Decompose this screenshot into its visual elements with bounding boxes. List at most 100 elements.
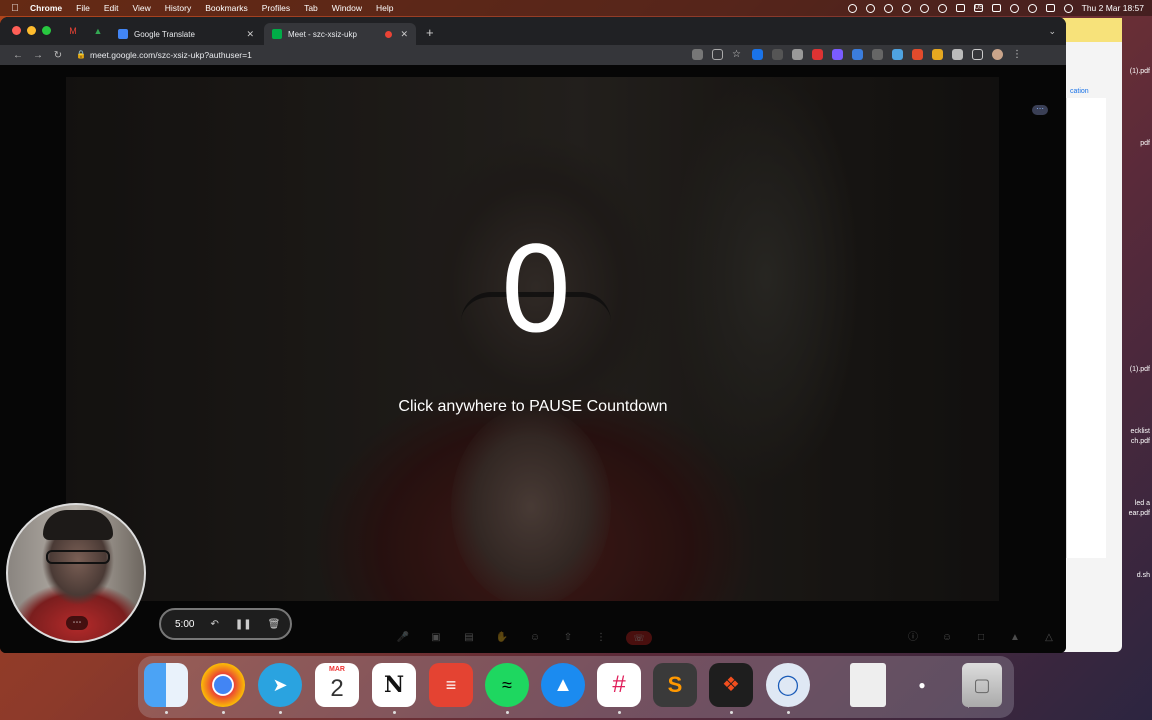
timer-tray-icon[interactable] [937,3,947,13]
hang-up-button[interactable]: ☏ [626,631,652,645]
side-panel-icon[interactable] [972,49,983,60]
todoist-icon[interactable]: ≡ [429,663,473,707]
extension-icon[interactable] [772,49,783,60]
tab-search-chevron-icon[interactable]: ⌄ [1048,26,1056,37]
extension-icon[interactable] [912,49,923,60]
desktop-file-label[interactable]: led a [1120,500,1150,507]
notion-icon[interactable]: N [372,663,416,707]
trash-icon[interactable]: ▢ [962,663,1002,707]
activities-icon[interactable]: ▲ [1007,631,1023,645]
tab-google-translate[interactable]: Google Translate ✕ [110,23,262,45]
forward-button[interactable]: → [28,50,48,61]
chrome-icon[interactable] [201,663,245,707]
record-status-icon[interactable] [847,3,857,13]
wifi-icon[interactable] [1009,3,1019,13]
chrome-menu-icon[interactable]: ⋮ [1012,49,1022,60]
chrome-tray-icon[interactable] [919,3,929,13]
battery-icon[interactable] [991,4,1001,12]
share-icon[interactable] [712,49,723,60]
desktop-file-label[interactable]: ear.pdf [1120,510,1150,517]
finder-icon[interactable] [144,663,188,707]
countdown-overlay[interactable]: 0 Click anywhere to PAUSE Countdown [0,65,1066,653]
menu-tab[interactable]: Tab [304,3,318,13]
menu-history[interactable]: History [165,3,191,13]
meet-content[interactable]: 0 Click anywhere to PAUSE Countdown ⋯ 🎤 … [0,65,1066,653]
extension-icon[interactable] [792,49,803,60]
control-center-icon[interactable] [1045,4,1055,12]
reload-button[interactable]: ↻ [48,50,68,61]
extension-icon[interactable] [832,49,843,60]
extension-icon[interactable] [852,49,863,60]
testflight-icon[interactable]: ▲ [541,663,585,707]
chat-icon[interactable]: □ [973,631,989,645]
tab-meet[interactable]: Meet - szc-xsiz-ukp ✕ [264,23,416,45]
menu-app-name[interactable]: Chrome [30,3,62,13]
close-window-button[interactable] [12,26,21,35]
gmail-pinned-tab-icon[interactable]: M [68,26,78,36]
desktop-file-label[interactable]: pdf [1120,140,1150,147]
calendar-icon[interactable]: MAR 2 [315,663,359,707]
camera-icon[interactable]: ▣ [428,631,444,645]
menu-edit[interactable]: Edit [104,3,119,13]
document-tray-icon[interactable] [955,4,965,12]
telegram-icon[interactable]: ➤ [258,663,302,707]
desktop-file-label[interactable]: (1).pdf [1120,68,1150,75]
extension-icon[interactable] [932,49,943,60]
close-tab-icon[interactable]: ✕ [400,29,408,40]
host-controls-icon[interactable]: △ [1041,631,1057,645]
desktop-file-label[interactable]: d.sh [1120,572,1150,579]
menu-clock[interactable]: Thu 2 Mar 18:57 [1082,3,1144,13]
app-tray-icon[interactable] [901,3,911,13]
telegram-tray-icon[interactable] [865,3,875,13]
menu-bookmarks[interactable]: Bookmarks [205,3,248,13]
figma-icon[interactable]: ❖ [709,663,753,707]
siri-icon[interactable] [1063,3,1073,13]
slack-icon[interactable]: # [597,663,641,707]
drive-pinned-tab-icon[interactable]: ▲ [93,26,103,36]
document-file-icon[interactable] [850,663,886,707]
zoom-window-button[interactable] [42,26,51,35]
emoji-icon[interactable]: ☺ [527,631,543,645]
desktop-file-label[interactable]: ecklist [1120,428,1150,435]
back-button[interactable]: ← [8,50,28,61]
menu-view[interactable]: View [132,3,150,13]
pause-recording-icon[interactable]: ❚❚ [235,619,252,630]
extension-icon[interactable] [892,49,903,60]
meet-more-icon[interactable]: ⋯ [1032,105,1048,115]
lock-icon[interactable]: 🔒 [76,48,86,62]
dropbox-tray-icon[interactable] [883,3,893,13]
info-icon[interactable]: ⓘ [905,631,921,645]
spotify-icon[interactable]: ≈ [485,663,529,707]
minimize-window-button[interactable] [27,26,36,35]
menu-window[interactable]: Window [332,3,362,13]
restart-recording-icon[interactable]: ↶ [210,619,218,630]
1password-icon[interactable]: ◯ [766,663,810,707]
search-icon[interactable] [1027,3,1037,13]
menu-profiles[interactable]: Profiles [262,3,290,13]
camera-permission-icon[interactable] [692,49,703,60]
extensions-puzzle-icon[interactable] [952,49,963,60]
new-tab-button[interactable]: + [426,25,434,40]
present-screen-icon[interactable]: ⇧ [560,631,576,645]
address-bar[interactable]: 🔒 meet.google.com/szc-xsiz-ukp?authuser=… [72,48,722,62]
raise-hand-icon[interactable]: ✋ [494,631,510,645]
bookmark-star-icon[interactable]: ☆ [732,49,743,60]
desktop-file-label[interactable]: (1).pdf [1120,366,1150,373]
keyboard-layout-icon[interactable]: US [973,4,983,12]
apple-icon[interactable]:  [8,3,22,14]
microphone-icon[interactable]: 🎤 [395,631,411,645]
more-options-icon[interactable]: ⋮ [593,631,609,645]
downloads-stack-icon[interactable]: ● [900,663,944,707]
extension-icon[interactable] [752,49,763,60]
delete-recording-icon[interactable]: 🗑 [268,619,281,630]
menu-help[interactable]: Help [376,3,393,13]
webcam-options-icon[interactable]: ⋯ [66,616,88,630]
desktop-file-label[interactable]: ch.pdf [1120,438,1150,445]
extension-icon[interactable] [872,49,883,60]
extension-icon[interactable] [812,49,823,60]
people-icon[interactable]: ☺ [939,631,955,645]
menu-file[interactable]: File [76,3,90,13]
background-window[interactable]: cation ⋯ [1060,18,1122,652]
captions-icon[interactable]: ▤ [461,631,477,645]
close-tab-icon[interactable]: ✕ [246,29,254,40]
